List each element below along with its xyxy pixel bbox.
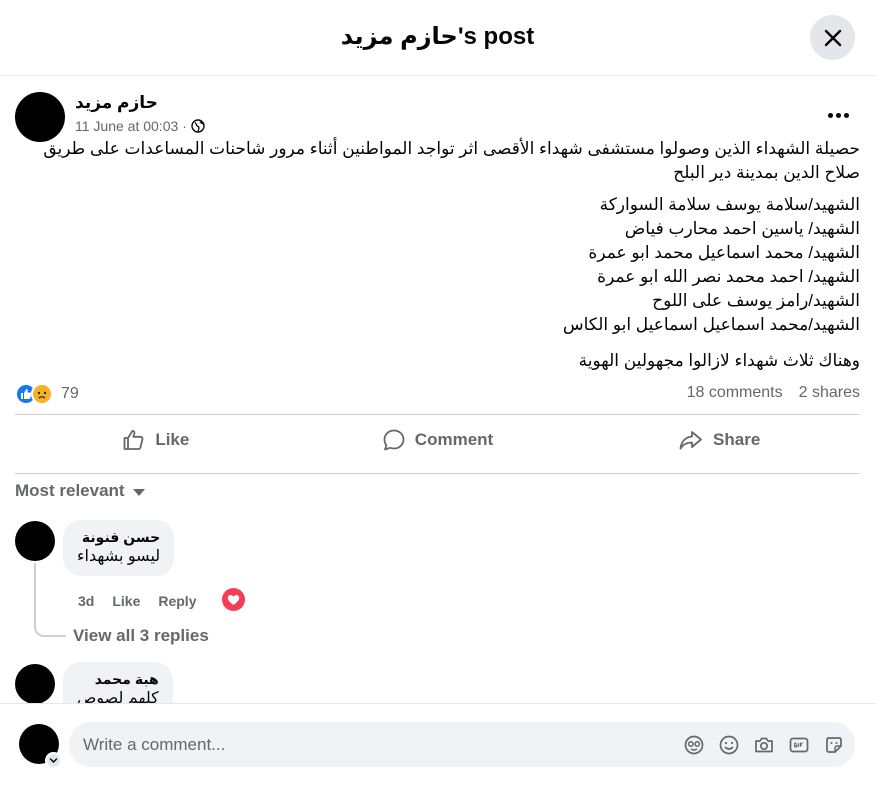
like-label: Like — [155, 429, 190, 449]
love-reaction-icon[interactable] — [222, 588, 245, 611]
list-item: الشهيد/ ياسين احمد محارب فياض — [624, 219, 860, 238]
post-actions: Like Comment Share — [15, 416, 860, 463]
post-meta: 11 June at 00:03 · — [75, 118, 205, 134]
commenter-avatar[interactable] — [15, 664, 55, 703]
thumbs-up-icon — [123, 429, 144, 450]
chevron-down-icon[interactable] — [45, 752, 62, 769]
author-avatar[interactable] — [15, 92, 65, 142]
commenter-avatar[interactable] — [15, 521, 55, 561]
list-item: الشهيد/سلامة يوسف سلامة السواركة — [599, 195, 860, 214]
like-button[interactable]: Like — [15, 416, 297, 463]
comment-button[interactable]: Comment — [297, 416, 579, 463]
comment-text: كلهم لصوص — [77, 690, 159, 703]
sticker-icon[interactable] — [823, 734, 845, 756]
author-name[interactable]: حازم مزيد — [75, 93, 158, 113]
emoji-icon[interactable] — [718, 734, 740, 756]
commenter-name[interactable]: حسن فنونة — [77, 528, 160, 546]
view-replies-link[interactable]: View all 3 replies — [73, 626, 209, 646]
comments-count[interactable]: 18 comments — [687, 384, 783, 402]
comment-reply-button[interactable]: Reply — [158, 593, 196, 609]
list-item: الشهيد/محمد اسماعيل اسماعيل ابو الكاس — [562, 315, 860, 334]
comment-composer — [0, 703, 875, 788]
comment-input[interactable] — [69, 722, 659, 767]
comment-bubble: هبة محمد كلهم لصوص — [63, 662, 173, 703]
post-dialog-header: حازم مزيد's post — [0, 0, 875, 76]
comment-icon — [383, 429, 405, 450]
post-intro-text: حصيلة الشهداء الذين وصولوا مستشفى شهداء … — [43, 139, 860, 182]
divider — [15, 414, 860, 415]
close-icon — [824, 29, 841, 46]
post-content[interactable]: حازم مزيد 11 June at 00:03 · حصيلة الشهد… — [0, 77, 875, 703]
comment-label: Comment — [414, 429, 494, 449]
share-label: Share — [713, 429, 761, 449]
reactions-summary[interactable]: 79 — [15, 383, 79, 405]
comment-bubble: حسن فنونة ليسو بشهداء — [63, 520, 175, 576]
reply-thread-line — [34, 563, 66, 637]
camera-icon[interactable] — [753, 734, 775, 756]
more-options-button[interactable] — [818, 101, 858, 129]
meta-separator: · — [182, 118, 187, 134]
martyrs-list: الشهيد/سلامة يوسف سلامة السواركة الشهيد/… — [30, 193, 860, 337]
share-icon — [679, 430, 702, 449]
caret-down-icon — [132, 489, 145, 496]
share-button[interactable]: Share — [578, 416, 860, 463]
sort-label: Most relevant — [15, 481, 125, 500]
dialog-title: حازم مزيد's post — [340, 23, 535, 50]
comment-sort-dropdown[interactable]: Most relevant — [15, 481, 145, 501]
more-dot — [843, 112, 849, 118]
globe-icon — [191, 119, 205, 133]
close-button[interactable] — [810, 15, 855, 60]
reaction-count: 79 — [61, 385, 79, 402]
composer-tools — [683, 734, 845, 756]
comment-meta: 3d Like Reply — [78, 593, 196, 609]
list-item: الشهيد/ محمد اسماعيل محمد ابو عمرة — [588, 243, 860, 262]
gif-icon[interactable] — [788, 734, 810, 756]
commenter-name[interactable]: هبة محمد — [77, 670, 159, 688]
post-date[interactable]: 11 June at 00:03 — [75, 118, 178, 134]
sad-reaction-icon — [31, 383, 53, 405]
comment-time[interactable]: 3d — [78, 593, 94, 609]
post-stats: 18 comments 2 shares — [687, 384, 860, 402]
comment-input-box[interactable] — [69, 722, 855, 767]
more-dot — [827, 112, 833, 118]
more-dot — [835, 112, 841, 118]
comment-text: ليسو بشهداء — [77, 548, 161, 565]
divider — [15, 473, 860, 474]
post-closing-text: وهناك ثلاث شهداء لازالوا مجهولين الهوية — [578, 351, 860, 370]
list-item: الشهيد/ احمد محمد نصر الله ابو عمرة — [597, 267, 860, 286]
avatar-sticker-icon[interactable] — [683, 734, 705, 756]
shares-count[interactable]: 2 shares — [799, 384, 860, 402]
list-item: الشهيد/رامز يوسف على اللوح — [652, 291, 860, 310]
comment-like-button[interactable]: Like — [112, 593, 140, 609]
